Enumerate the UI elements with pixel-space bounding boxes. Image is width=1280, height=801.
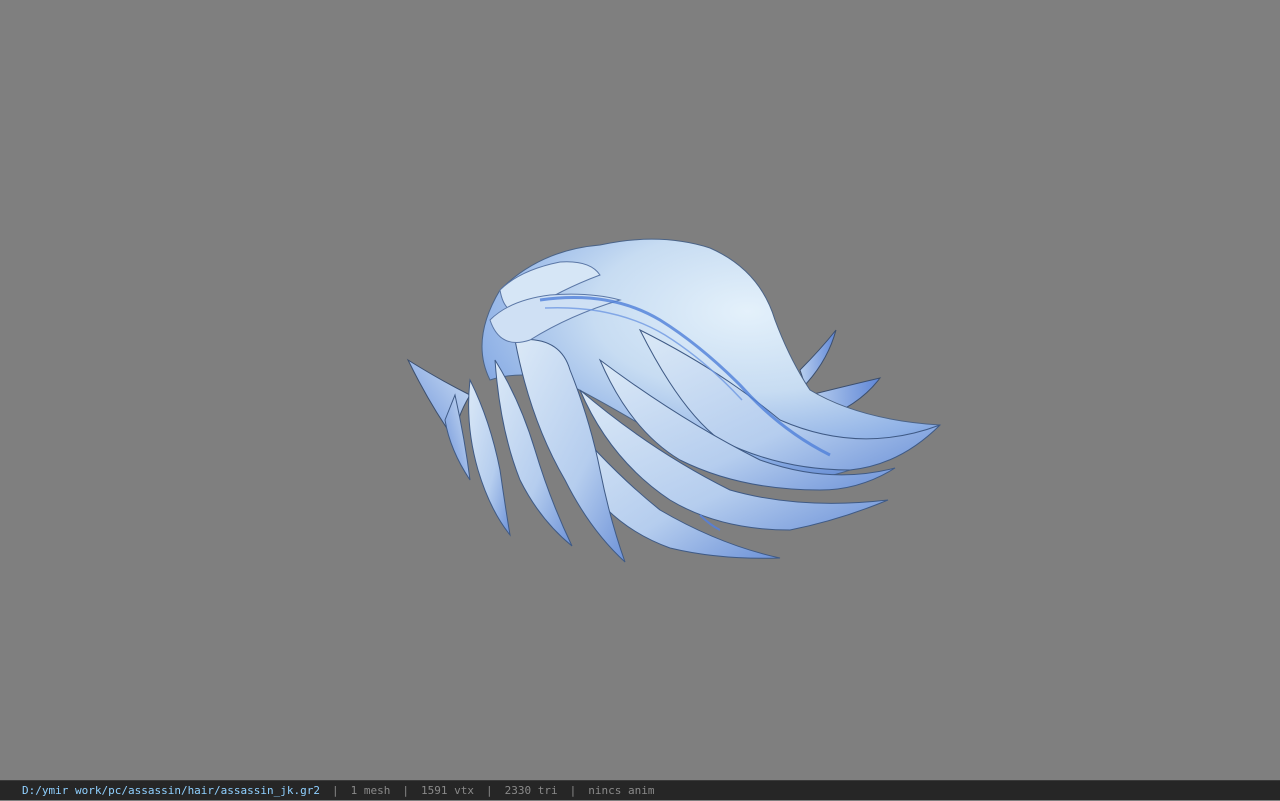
separator: |: [332, 783, 339, 797]
separator: |: [569, 783, 577, 797]
file-path: D:/ymir work/pc/assassin/hair/assassin_j…: [22, 783, 321, 797]
hair-model-render: [406, 238, 942, 563]
animation-status: nincs anim: [588, 783, 655, 797]
separator: |: [402, 783, 410, 797]
separator: |: [486, 783, 493, 797]
vertex-count: 1591 vtx: [421, 783, 474, 797]
status-bar: D:/ymir work/pc/assassin/hair/assassin_j…: [0, 780, 1280, 800]
triangle-count: 2330 tri: [504, 783, 558, 797]
mesh-count: 1 mesh: [350, 783, 391, 797]
3d-viewport[interactable]: [0, 0, 1280, 780]
